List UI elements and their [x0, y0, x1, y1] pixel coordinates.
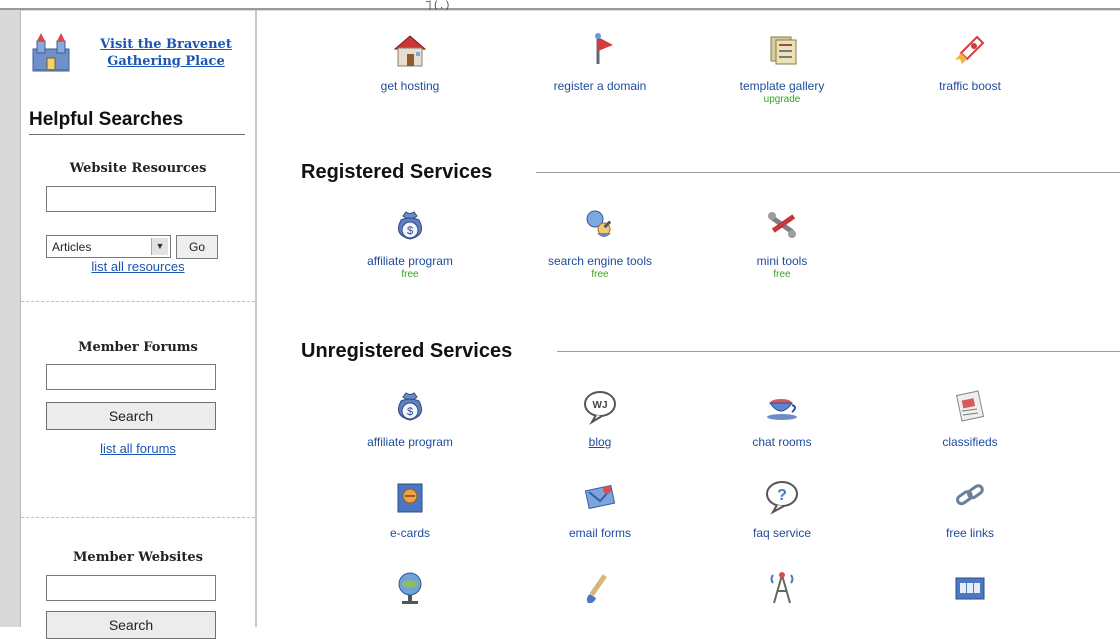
service-label: chat rooms: [752, 435, 812, 449]
blog-bubble-icon[interactable]: WJ: [579, 385, 621, 427]
unreg-tower-service[interactable]: [702, 567, 862, 617]
forums-search-button[interactable]: Search: [46, 402, 216, 430]
chevron-down-icon[interactable]: ▼: [151, 238, 168, 255]
service-label: free links: [945, 526, 995, 540]
castle-logo-icon[interactable]: [29, 31, 73, 75]
svg-text:$: $: [407, 406, 413, 418]
svg-text:?: ?: [777, 487, 787, 504]
service-label: search engine tools: [547, 254, 653, 268]
sidebar-divider-1: [21, 301, 255, 302]
service-sublabel: free: [591, 269, 609, 280]
globe-icon[interactable]: [389, 567, 431, 609]
faq-bubble-icon[interactable]: ?: [761, 476, 803, 518]
reg-mini-tools[interactable]: mini tools free: [702, 204, 862, 280]
unreg-chat-rooms[interactable]: chat rooms: [702, 385, 862, 449]
websites-search-button[interactable]: Search: [46, 611, 216, 639]
top-text-fragment: ̃ | ( , ): [426, 0, 450, 11]
svg-text:WJ: WJ: [593, 400, 608, 411]
service-label: traffic boost: [939, 79, 1001, 93]
service-register-domain[interactable]: register a domain: [520, 29, 680, 93]
counter-icon[interactable]: [949, 567, 991, 609]
service-label: affiliate program: [367, 254, 453, 268]
website-resources-heading: Website Resources: [69, 161, 207, 176]
gathering-place-link[interactable]: Visit the Bravenet Gathering Place: [81, 36, 251, 70]
service-label: get hosting: [380, 79, 440, 93]
service-label: classifieds: [942, 435, 998, 449]
service-sublabel: free: [773, 269, 791, 280]
unreg-globe-service[interactable]: [330, 567, 490, 617]
house-icon[interactable]: [389, 29, 431, 71]
service-label: email forms: [568, 526, 631, 540]
unreg-classifieds[interactable]: classifieds: [890, 385, 1050, 449]
service-label: blog: [588, 435, 612, 449]
unreg-e-cards[interactable]: e-cards: [330, 476, 490, 540]
envelope-icon[interactable]: [579, 476, 621, 518]
helpful-searches-rule: [29, 134, 245, 135]
service-label: faq service: [752, 526, 812, 540]
money-bag-icon[interactable]: $: [389, 204, 431, 246]
gathering-line-2: Gathering Place: [107, 54, 225, 69]
member-websites-heading: Member Websites: [73, 550, 203, 565]
unreg-brush-service[interactable]: [520, 567, 680, 617]
svg-text:$: $: [407, 225, 413, 237]
go-button[interactable]: Go: [176, 235, 218, 259]
unreg-faq-service[interactable]: ? faq service: [702, 476, 862, 540]
service-get-hosting[interactable]: get hosting: [330, 29, 490, 93]
unreg-counter-service[interactable]: [890, 567, 1050, 617]
sidebar: Visit the Bravenet Gathering Place Helpf…: [21, 11, 255, 639]
tools-icon[interactable]: [761, 204, 803, 246]
service-sublabel: free: [401, 269, 419, 280]
member-forums-input[interactable]: [46, 364, 216, 390]
service-label: register a domain: [553, 79, 647, 93]
service-label: affiliate program: [367, 435, 453, 449]
unregistered-services-heading: Unregistered Services: [301, 340, 513, 362]
website-resources-input[interactable]: [46, 186, 216, 212]
flag-pin-icon[interactable]: [579, 29, 621, 71]
unreg-blog[interactable]: WJ blog: [520, 385, 680, 449]
unreg-affiliate-program[interactable]: $ affiliate program: [330, 385, 490, 449]
template-icon[interactable]: [761, 29, 803, 71]
reg-search-engine-tools[interactable]: search engine tools free: [520, 204, 680, 280]
service-label: e-cards: [389, 526, 430, 540]
helpful-searches-heading: Helpful Searches: [29, 109, 184, 130]
chain-link-icon[interactable]: [949, 476, 991, 518]
list-all-resources-link[interactable]: list all resources: [21, 259, 255, 274]
newspaper-icon[interactable]: [949, 385, 991, 427]
unregistered-services-rule: [557, 351, 1120, 352]
gathering-line-1: Visit the Bravenet: [100, 37, 232, 52]
radio-tower-icon[interactable]: [761, 567, 803, 609]
registered-services-heading: Registered Services: [301, 161, 493, 183]
resources-select[interactable]: Articles ▼: [46, 235, 171, 258]
service-label: template gallery: [739, 79, 825, 93]
ecard-icon[interactable]: [389, 476, 431, 518]
service-template-gallery[interactable]: template gallery upgrade: [702, 29, 862, 105]
reg-affiliate-program[interactable]: $ affiliate program free: [330, 204, 490, 280]
left-frame-strip: [0, 10, 20, 627]
resources-select-value: Articles: [52, 240, 92, 254]
list-all-forums-link[interactable]: list all forums: [21, 441, 255, 456]
member-websites-input[interactable]: [46, 575, 216, 601]
rocket-icon[interactable]: [949, 29, 991, 71]
unreg-free-links[interactable]: free links: [890, 476, 1050, 540]
unreg-email-forms[interactable]: email forms: [520, 476, 680, 540]
sidebar-divider-2: [21, 517, 255, 518]
brush-icon[interactable]: [579, 567, 621, 609]
service-traffic-boost[interactable]: traffic boost: [890, 29, 1050, 93]
gathering-place-block: Visit the Bravenet Gathering Place: [29, 31, 249, 79]
search-person-icon[interactable]: [579, 204, 621, 246]
coffee-cup-icon[interactable]: [761, 385, 803, 427]
main-content: get hosting register a domain template g…: [257, 11, 1120, 627]
service-sublabel: upgrade: [763, 94, 801, 105]
money-bag-icon[interactable]: $: [389, 385, 431, 427]
service-label: mini tools: [756, 254, 808, 268]
registered-services-rule: [536, 172, 1120, 173]
member-forums-heading: Member Forums: [78, 340, 198, 355]
